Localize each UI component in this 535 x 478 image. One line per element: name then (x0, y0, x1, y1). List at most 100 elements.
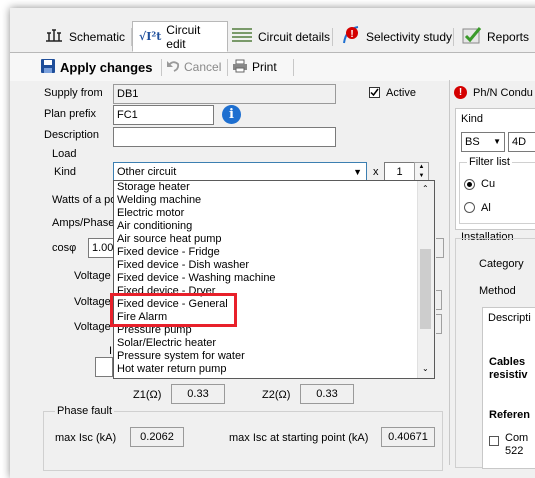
tab-circuit-edit[interactable]: √I²t Circuit edit (132, 21, 228, 52)
phn-conductor-label: Ph/N Condu (473, 87, 533, 99)
phase-fault-label: Phase fault (55, 405, 115, 417)
scroll-down-icon[interactable]: ⌄ (422, 364, 429, 373)
supply-from-field[interactable]: DB1 (113, 84, 336, 104)
warning-icon: ! (454, 86, 467, 99)
load-group-label: Load (52, 148, 77, 160)
voltage-field-edge (436, 290, 442, 310)
filter-list-group (459, 162, 535, 224)
tab-circuit-details[interactable]: Circuit details (225, 22, 336, 51)
voltage-field-edge (436, 314, 442, 334)
schematic-icon (44, 27, 64, 46)
method-label: Method (479, 285, 516, 297)
printer-icon (232, 59, 248, 76)
checkmark-report-icon (462, 26, 482, 47)
z2-field[interactable]: 0.33 (300, 384, 354, 404)
conductor-size-select[interactable]: 4D (508, 132, 535, 152)
tab-divider (332, 28, 333, 46)
scroll-up-icon[interactable]: ⌃ (422, 184, 429, 193)
toolbar-divider (293, 59, 294, 76)
dropdown-item[interactable]: Air conditioning (114, 220, 434, 233)
resistive-label: resistiv (489, 369, 528, 381)
print-button[interactable]: Print (232, 58, 277, 76)
multiplier-stepper[interactable]: ▲ ▼ (414, 162, 429, 182)
radio-al-label: Al (481, 202, 491, 214)
max-isc-label: max Isc (kA) (55, 432, 117, 444)
conductor-kind-value: BS (465, 136, 480, 148)
tab-schematic[interactable]: Schematic (38, 22, 131, 51)
tab-label: Reports (487, 29, 530, 44)
dropdown-item[interactable]: Pressure system for water (114, 350, 434, 363)
info-icon[interactable]: i (222, 105, 241, 124)
highlight-annotation (110, 293, 237, 327)
toolbar: Apply changes Cancel Print (10, 53, 535, 81)
radio-cu[interactable] (464, 179, 475, 190)
cables-label: Cables (489, 356, 526, 368)
tab-divider (453, 28, 454, 46)
selectivity-icon: ! (341, 25, 361, 48)
radio-al[interactable] (464, 202, 475, 213)
voltage-label: Voltage (74, 321, 111, 333)
list-lines-icon (231, 27, 253, 46)
radio-dot (467, 182, 472, 187)
voltage-label: Voltage (74, 270, 111, 282)
cancel-button[interactable]: Cancel (166, 58, 221, 76)
comp-label: Com (505, 432, 529, 444)
max-isc-field[interactable]: 0.2062 (130, 427, 184, 447)
dropdown-item[interactable]: Storage heater (114, 181, 434, 194)
amps-label: Amps/Phase ( (52, 217, 122, 229)
dropdown-item[interactable]: Fixed device - Fridge (114, 246, 434, 259)
tab-label: Schematic (69, 29, 126, 44)
radio-cu-label: Cu (481, 178, 496, 190)
active-checkbox[interactable] (369, 87, 380, 98)
description-panel-label: Descripti (488, 312, 531, 324)
comp-checkbox[interactable] (489, 436, 499, 446)
description-label: Description (44, 129, 100, 141)
kind-dropdown-list: Storage heater Welding machine Electric … (113, 180, 435, 379)
tab-label: Circuit details (258, 29, 331, 44)
watts-label: Watts of a po (52, 194, 117, 206)
dropdown-item[interactable]: Welding machine (114, 194, 434, 207)
plan-prefix-input[interactable]: FC1 (113, 105, 214, 125)
z1-label: Z1(Ω) (133, 389, 162, 401)
scroll-thumb[interactable] (420, 249, 431, 329)
current-label: I (109, 345, 113, 357)
plan-prefix-label: Plan prefix (44, 108, 96, 120)
tab-bar: Schematic √I²t Circuit edit Circuit deta… (10, 21, 535, 53)
comp-number: 522 (505, 445, 524, 457)
tab-label: Selectivity study (366, 29, 453, 44)
max-isc-start-field[interactable]: 0.40671 (381, 427, 435, 447)
kind-select-value: Other circuit (117, 166, 177, 178)
tab-selectivity-study[interactable]: ! Selectivity study (335, 22, 458, 51)
dropdown-item[interactable]: Solar/Electric heater (114, 337, 434, 350)
cosphi-label: cosφ (52, 242, 77, 254)
dropdown-item[interactable]: Electric motor (114, 207, 434, 220)
multiplier-input[interactable]: 1 (384, 162, 415, 182)
chevron-down-icon: ▼ (353, 167, 362, 177)
dropdown-item[interactable]: Air source heat pump (114, 233, 434, 246)
max-isc-start-label: max Isc at starting point (kA) (229, 432, 369, 444)
voltage-label: Voltage (74, 296, 111, 308)
toolbar-divider (161, 59, 162, 76)
dropdown-item[interactable]: Hot water return pump (114, 363, 434, 376)
current-field[interactable] (95, 357, 113, 377)
reference-label: Referen (489, 409, 530, 421)
apply-changes-button[interactable]: Apply changes (40, 58, 152, 76)
description-input[interactable] (113, 127, 336, 147)
tab-reports[interactable]: Reports (456, 22, 535, 51)
dropdown-scrollbar[interactable]: ⌃ ⌄ (417, 181, 434, 378)
tab-label: Circuit edit (166, 22, 201, 51)
multiplier-symbol: x (373, 166, 379, 178)
z1-field[interactable]: 0.33 (171, 384, 225, 404)
sqrt-formula-icon: √I²t (139, 30, 162, 43)
dropdown-item[interactable]: Fixed device - Washing machine (114, 272, 434, 285)
dropdown-item[interactable]: Fixed device - Dish washer (114, 259, 434, 272)
active-label: Active (386, 87, 416, 99)
undo-icon (166, 59, 180, 76)
z2-label: Z2(Ω) (262, 389, 291, 401)
conductor-kind-select[interactable]: BS ▼ (461, 132, 505, 152)
kind-select[interactable]: Other circuit ▼ (113, 162, 367, 182)
print-label: Print (252, 60, 277, 74)
cancel-label: Cancel (184, 60, 222, 74)
category-label: Category (479, 258, 524, 270)
filter-list-label: Filter list (467, 156, 512, 168)
